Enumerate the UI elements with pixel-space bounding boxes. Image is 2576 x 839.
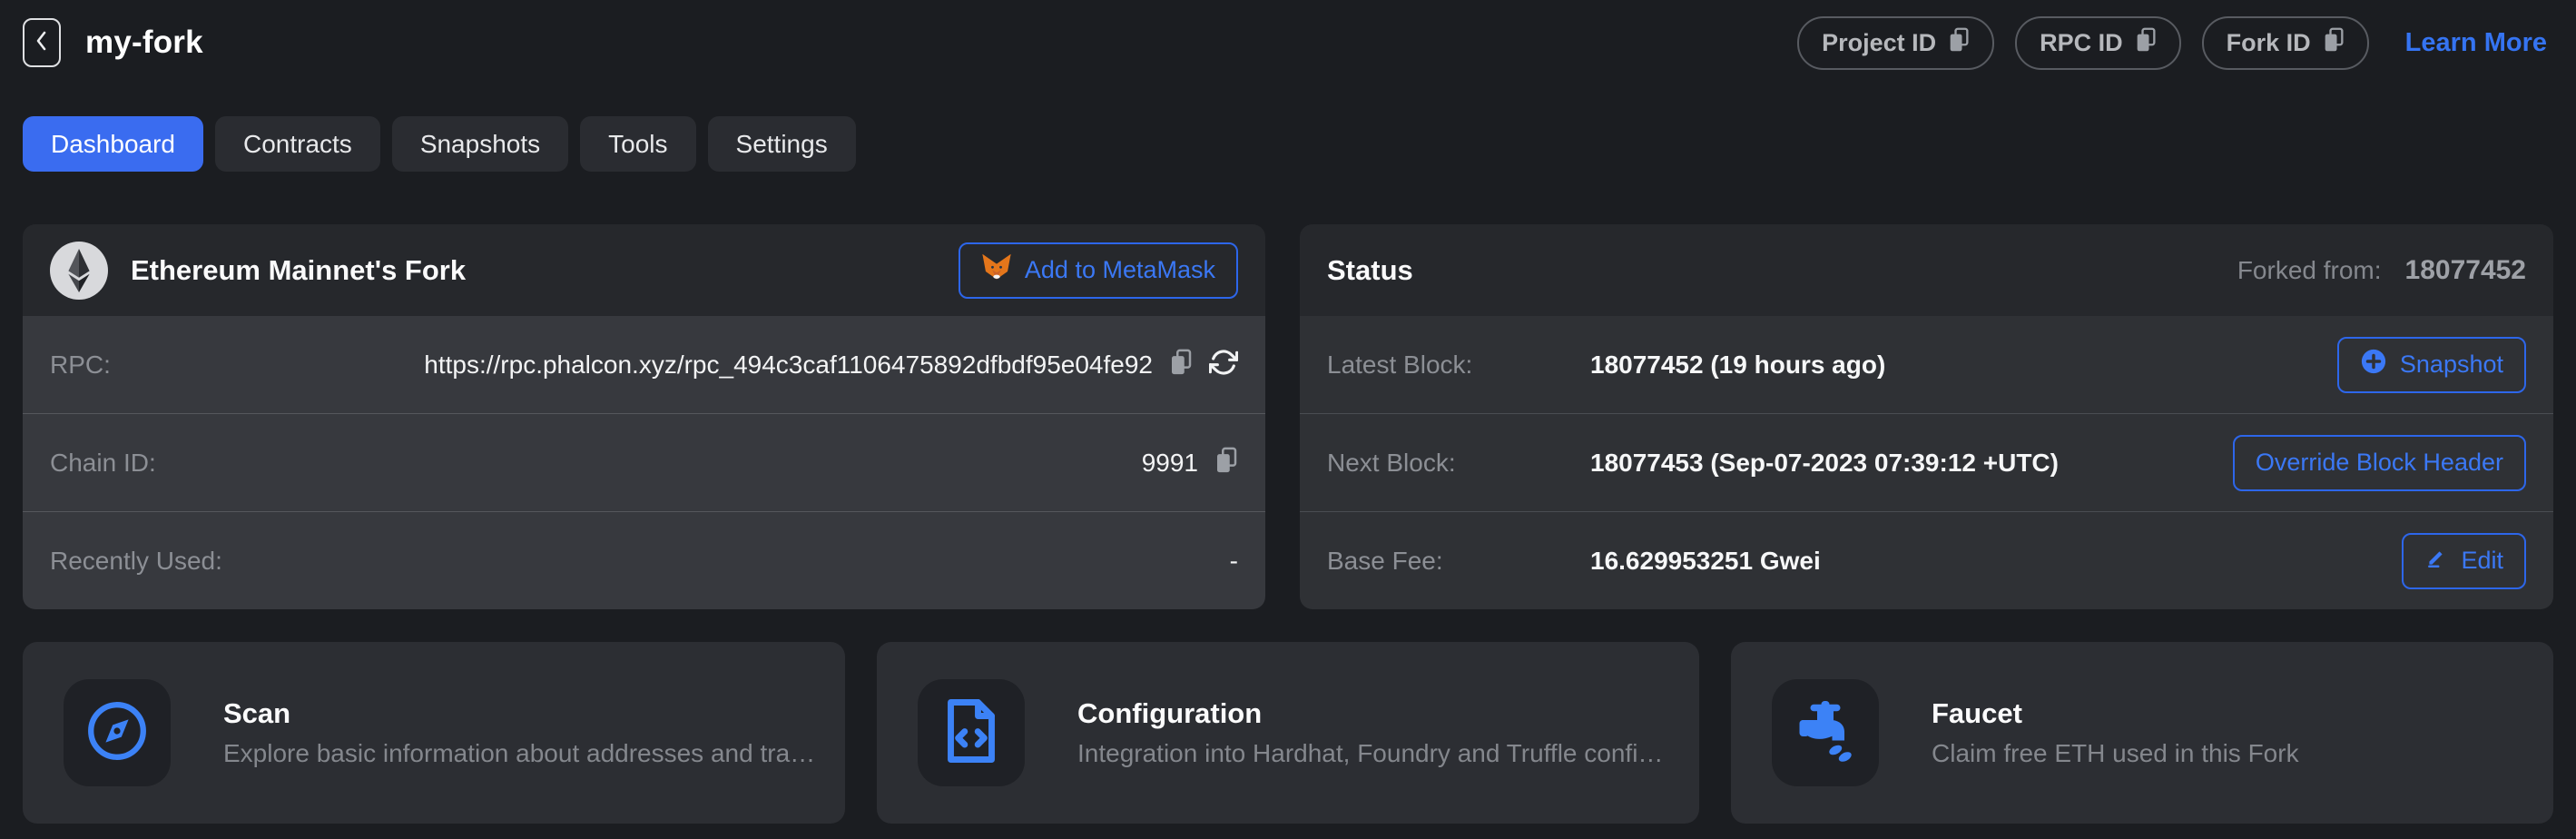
edit-button-label: Edit bbox=[2461, 547, 2503, 575]
refresh-icon[interactable] bbox=[1209, 348, 1238, 381]
learn-more-link[interactable]: Learn More bbox=[2405, 28, 2547, 58]
rpc-row-actions bbox=[1169, 348, 1238, 381]
fork-dashboard-page: my-fork Project ID RPC ID Fork ID Learn … bbox=[0, 0, 2576, 839]
forked-from-label: Forked from: bbox=[2237, 256, 2382, 285]
metamask-fox-icon bbox=[981, 252, 1012, 288]
tab-dashboard[interactable]: Dashboard bbox=[23, 116, 203, 172]
configuration-card-text: Configuration Integration into Hardhat, … bbox=[1077, 697, 1699, 768]
rpc-label: RPC: bbox=[50, 350, 111, 380]
copy-icon[interactable] bbox=[1214, 447, 1238, 479]
faucet-icon-tile bbox=[1772, 679, 1879, 786]
copy-icon bbox=[1948, 27, 1970, 59]
faucet-icon bbox=[1793, 698, 1858, 768]
back-button[interactable] bbox=[23, 18, 61, 67]
next-block-value: 18077453 (Sep-07-2023 07:39:12 +UTC) bbox=[1590, 449, 2059, 478]
next-block-label: Next Block: bbox=[1327, 449, 1590, 478]
latest-block-row: Latest Block: 18077452 (19 hours ago) Sn… bbox=[1300, 316, 2553, 413]
copy-icon[interactable] bbox=[1169, 349, 1193, 380]
recently-used-label: Recently Used: bbox=[50, 547, 222, 576]
scan-title: Scan bbox=[223, 697, 818, 730]
forked-from: Forked from: 18077452 bbox=[2237, 255, 2526, 286]
page-header: my-fork Project ID RPC ID Fork ID Learn … bbox=[0, 0, 2576, 85]
feature-cards-row: Scan Explore basic information about add… bbox=[23, 642, 2553, 824]
ethereum-icon bbox=[50, 242, 108, 300]
pencil-icon bbox=[2424, 546, 2448, 576]
tab-settings[interactable]: Settings bbox=[708, 116, 856, 172]
plus-circle-icon bbox=[2360, 348, 2387, 381]
override-block-header-button[interactable]: Override Block Header bbox=[2233, 435, 2526, 491]
scan-card-text: Scan Explore basic information about add… bbox=[223, 697, 845, 768]
faucet-title: Faucet bbox=[1932, 697, 2299, 730]
recently-used-value: - bbox=[1230, 547, 1238, 576]
next-block-row: Next Block: 18077453 (Sep-07-2023 07:39:… bbox=[1300, 413, 2553, 511]
add-to-metamask-button[interactable]: Add to MetaMask bbox=[959, 242, 1238, 299]
scan-description: Explore basic information about addresse… bbox=[223, 739, 818, 768]
compass-icon bbox=[84, 698, 150, 768]
base-fee-row: Base Fee: 16.629953251 Gwei Edit bbox=[1300, 511, 2553, 609]
pill-label: RPC ID bbox=[2040, 29, 2123, 57]
faucet-description: Claim free ETH used in this Fork bbox=[1932, 739, 2299, 768]
faucet-card[interactable]: Faucet Claim free ETH used in this Fork bbox=[1731, 642, 2553, 824]
fork-info-card: Ethereum Mainnet's Fork Add bbox=[23, 224, 1265, 609]
forked-from-value: 18077452 bbox=[2405, 255, 2526, 286]
base-fee-value: 16.629953251 Gwei bbox=[1590, 547, 1821, 576]
rpc-url-value: https://rpc.phalcon.xyz/rpc_494c3caf1106… bbox=[424, 350, 1153, 380]
project-id-button[interactable]: Project ID bbox=[1797, 16, 1994, 70]
pill-label: Fork ID bbox=[2227, 29, 2311, 57]
fork-card-body: RPC: https://rpc.phalcon.xyz/rpc_494c3ca… bbox=[23, 316, 1265, 609]
configuration-description: Integration into Hardhat, Foundry and Tr… bbox=[1077, 739, 1672, 768]
faucet-card-text: Faucet Claim free ETH used in this Fork bbox=[1932, 697, 2326, 768]
tab-bar: Dashboard Contracts Snapshots Tools Sett… bbox=[23, 116, 2576, 172]
edit-button[interactable]: Edit bbox=[2402, 533, 2526, 589]
fork-card-title: Ethereum Mainnet's Fork bbox=[131, 254, 466, 287]
copy-icon bbox=[2323, 27, 2345, 59]
scan-icon-tile bbox=[64, 679, 171, 786]
tab-contracts[interactable]: Contracts bbox=[215, 116, 380, 172]
rpc-row: RPC: https://rpc.phalcon.xyz/rpc_494c3ca… bbox=[23, 316, 1265, 413]
fork-card-header: Ethereum Mainnet's Fork Add bbox=[23, 224, 1265, 316]
configuration-card[interactable]: Configuration Integration into Hardhat, … bbox=[877, 642, 1699, 824]
add-to-metamask-label: Add to MetaMask bbox=[1025, 256, 1215, 284]
chain-id-label: Chain ID: bbox=[50, 449, 156, 478]
scan-card[interactable]: Scan Explore basic information about add… bbox=[23, 642, 845, 824]
latest-block-label: Latest Block: bbox=[1327, 350, 1590, 380]
snapshot-button-label: Snapshot bbox=[2400, 350, 2503, 379]
base-fee-label: Base Fee: bbox=[1327, 547, 1590, 576]
pill-label: Project ID bbox=[1822, 29, 1936, 57]
chain-id-row: Chain ID: 9991 bbox=[23, 413, 1265, 511]
main-cards-row: Ethereum Mainnet's Fork Add bbox=[23, 224, 2553, 609]
latest-block-value: 18077452 (19 hours ago) bbox=[1590, 350, 1885, 380]
status-card-body: Latest Block: 18077452 (19 hours ago) Sn… bbox=[1300, 316, 2553, 609]
fork-id-button[interactable]: Fork ID bbox=[2202, 16, 2369, 70]
recently-used-row: Recently Used: - bbox=[23, 511, 1265, 609]
status-card-header: Status Forked from: 18077452 bbox=[1300, 224, 2553, 316]
tab-snapshots[interactable]: Snapshots bbox=[392, 116, 568, 172]
page-title: my-fork bbox=[85, 25, 203, 61]
chevron-left-icon bbox=[33, 28, 51, 58]
copy-icon bbox=[2135, 27, 2157, 59]
configuration-title: Configuration bbox=[1077, 697, 1672, 730]
status-card-title: Status bbox=[1327, 254, 1413, 287]
chain-id-row-actions bbox=[1214, 447, 1238, 479]
rpc-id-button[interactable]: RPC ID bbox=[2015, 16, 2181, 70]
tab-tools[interactable]: Tools bbox=[580, 116, 695, 172]
override-button-label: Override Block Header bbox=[2256, 449, 2503, 477]
chain-id-value: 9991 bbox=[1142, 449, 1198, 478]
snapshot-button[interactable]: Snapshot bbox=[2337, 337, 2526, 393]
status-card: Status Forked from: 18077452 Latest Bloc… bbox=[1300, 224, 2553, 609]
code-file-icon bbox=[941, 698, 1001, 768]
configuration-icon-tile bbox=[918, 679, 1025, 786]
